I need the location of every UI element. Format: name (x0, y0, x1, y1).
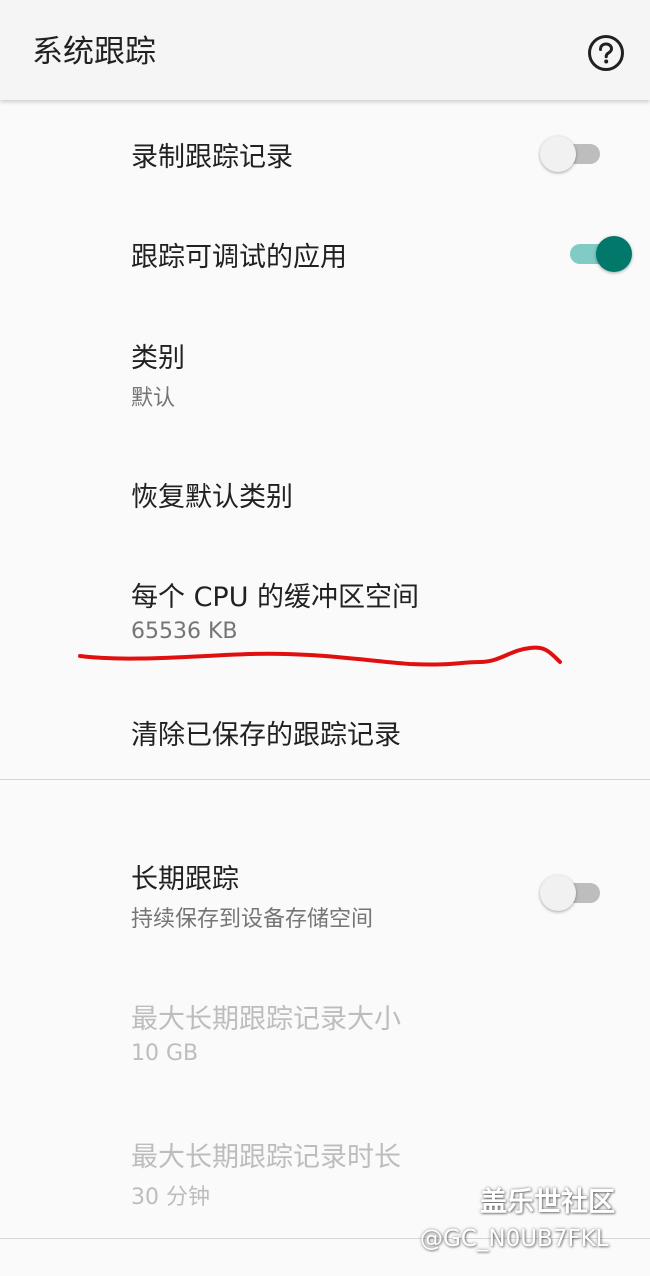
pref-trace-debuggable-apps[interactable]: 跟踪可调试的应用 (0, 203, 650, 303)
app-bar: 系统跟踪 (0, 0, 650, 100)
pref-title: 长期跟踪 (131, 864, 239, 895)
watermark-user: @GC_N0UB7FKL (420, 1226, 609, 1252)
pref-summary: 默认 (131, 386, 176, 411)
watermark-brand: 盖乐世社区 (480, 1187, 615, 1218)
section-divider (0, 779, 650, 780)
help-circle-icon[interactable] (587, 34, 625, 72)
switch-thumb (540, 136, 576, 172)
record-trace-switch[interactable] (540, 131, 610, 175)
pref-title: 最大长期跟踪记录大小 (131, 1004, 401, 1035)
long-term-trace-switch[interactable] (540, 870, 610, 914)
page-title: 系统跟踪 (32, 34, 156, 70)
pref-restore-default-categories[interactable]: 恢复默认类别 (0, 442, 650, 542)
pref-max-long-trace-size: 最大长期跟踪记录大小 10 GB (0, 962, 650, 1082)
pref-title: 每个 CPU 的缓冲区空间 (131, 582, 420, 613)
pref-title: 清除已保存的跟踪记录 (131, 720, 401, 751)
pref-record-trace[interactable]: 录制跟踪记录 (0, 103, 650, 203)
pref-title: 类别 (131, 343, 185, 374)
pref-summary: 持续保存到设备存储空间 (131, 907, 374, 932)
pref-title: 最大长期跟踪记录时长 (131, 1142, 401, 1173)
pref-clear-saved-traces[interactable]: 清除已保存的跟踪记录 (0, 680, 650, 780)
pref-categories[interactable]: 类别 默认 (0, 303, 650, 423)
trace-debuggable-apps-switch[interactable] (560, 231, 632, 275)
red-underline-annotation (78, 645, 562, 667)
pref-title: 跟踪可调试的应用 (131, 242, 347, 273)
switch-thumb (596, 236, 632, 272)
switch-thumb (540, 875, 576, 911)
pref-long-term-trace[interactable]: 长期跟踪 持续保存到设备存储空间 (0, 822, 650, 942)
pref-title: 录制跟踪记录 (131, 142, 293, 173)
pref-title: 恢复默认类别 (131, 482, 293, 513)
pref-summary: 10 GB (131, 1041, 199, 1066)
pref-summary: 30 分钟 (131, 1185, 210, 1210)
